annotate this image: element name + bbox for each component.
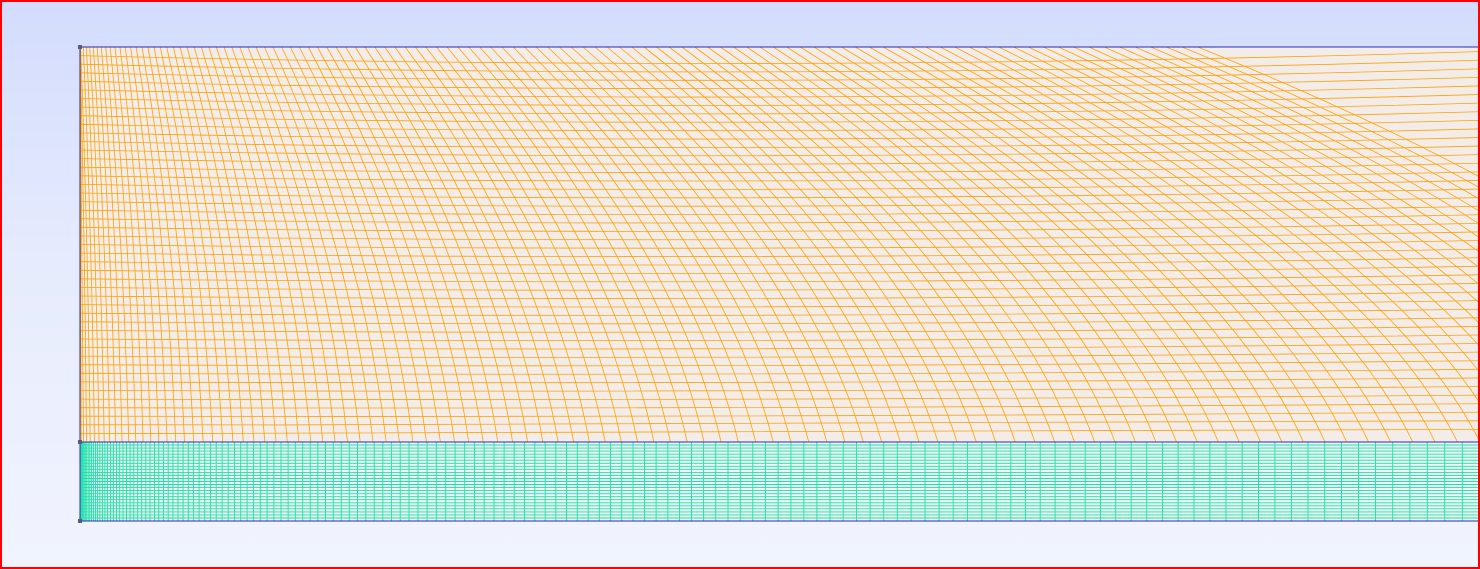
- mesh-canvas[interactable]: [2, 2, 1480, 569]
- mesh-vertex: [78, 440, 82, 444]
- mesh-vertex: [78, 519, 82, 523]
- mesh-viewport[interactable]: [0, 0, 1480, 569]
- mesh-vertex: [78, 45, 82, 49]
- lower-mesh-lines: [79, 442, 1478, 521]
